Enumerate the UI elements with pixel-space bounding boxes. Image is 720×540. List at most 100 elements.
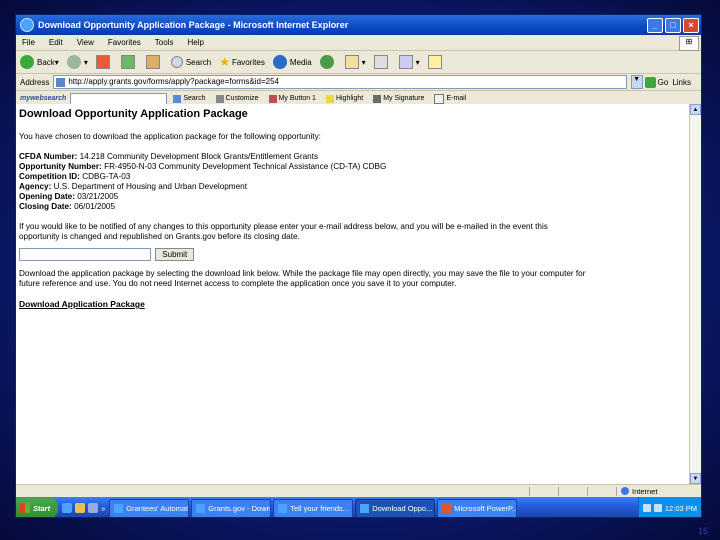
- print-button[interactable]: [373, 55, 391, 69]
- maximize-button[interactable]: □: [665, 17, 681, 33]
- forward-button[interactable]: ▾: [66, 55, 88, 69]
- close-button[interactable]: ×: [683, 17, 699, 33]
- task-powerpoint[interactable]: Microsoft PowerP...: [437, 498, 518, 517]
- menu-edit[interactable]: Edit: [49, 38, 63, 47]
- start-button[interactable]: Start: [16, 498, 59, 517]
- go-arrow-icon: [644, 76, 656, 88]
- edit-button[interactable]: ▾: [398, 55, 420, 69]
- download-package-link[interactable]: Download Application Package: [19, 299, 145, 309]
- task-tell-friends[interactable]: Tell your friends...: [273, 498, 354, 517]
- ie-icon: [20, 18, 34, 32]
- task-grantees[interactable]: Grantees' Automatic...: [109, 498, 190, 517]
- home-button[interactable]: [145, 55, 163, 69]
- slide-number: 16: [697, 526, 708, 536]
- minimize-button[interactable]: _: [647, 17, 663, 33]
- title-bar: Download Opportunity Application Package…: [16, 15, 701, 35]
- links-button[interactable]: Links: [672, 78, 691, 87]
- edit-icon: [398, 55, 413, 69]
- quicklaunch-folder-icon[interactable]: [75, 503, 86, 513]
- search-icon: [170, 56, 183, 68]
- back-arrow-icon: [20, 55, 34, 69]
- email-form: Submit: [19, 248, 688, 261]
- taskbar: Start » Grantees' Automatic... Grants.go…: [16, 497, 701, 517]
- ie-icon: [278, 503, 288, 513]
- task-download-opportunity[interactable]: Download Oppo...: [355, 498, 436, 517]
- discuss-button[interactable]: [427, 55, 445, 69]
- ie-icon: [196, 503, 206, 513]
- opening-date-row: Opening Date: 03/21/2005: [19, 192, 119, 201]
- ie-icon: [360, 503, 370, 513]
- mywebsearch-input[interactable]: [70, 92, 168, 105]
- status-bar: Internet: [16, 484, 701, 497]
- page-title: Download Opportunity Application Package: [19, 108, 248, 120]
- button-icon: [268, 94, 277, 103]
- competition-row: Competition ID: CDBG-TA-03: [19, 172, 131, 181]
- cfda-row: CFDA Number: 14.218 Community Developmen…: [19, 152, 319, 161]
- address-label: Address: [20, 77, 50, 87]
- mail-button[interactable]: ▾: [344, 55, 366, 69]
- address-bar: Address http://apply.grants.gov/forms/ap…: [16, 74, 701, 91]
- submit-button[interactable]: Submit: [155, 248, 195, 261]
- toolbar-email-button[interactable]: E-mail: [434, 93, 466, 104]
- toolbar-signature-button[interactable]: My Signature: [373, 94, 424, 103]
- network-icon[interactable]: [642, 504, 651, 512]
- download-text-2: future reference and use. You do not nee…: [19, 279, 457, 288]
- mywebsearch-logo: mywebsearch: [20, 95, 67, 102]
- discuss-icon: [427, 55, 442, 69]
- go-button[interactable]: Go: [644, 76, 668, 88]
- star-icon: ★: [219, 55, 230, 69]
- toolbar-customize-button[interactable]: Customize: [215, 94, 259, 103]
- history-button[interactable]: [319, 55, 337, 69]
- toolbar-highlight-button[interactable]: Highlight: [325, 94, 363, 103]
- address-dropdown[interactable]: ▼: [630, 75, 643, 89]
- search-icon: [173, 94, 182, 103]
- quicklaunch-desktop-icon[interactable]: [88, 503, 99, 513]
- menu-favorites[interactable]: Favorites: [108, 38, 141, 47]
- vertical-scrollbar[interactable]: ▲ ▼: [689, 104, 701, 484]
- highlight-icon: [325, 94, 334, 103]
- standard-toolbar: Back ▾ ▾ Search ★ Favorites Media ▾ ▾: [16, 51, 701, 74]
- favorites-button[interactable]: ★ Favorites: [219, 55, 265, 69]
- envelope-icon: [434, 93, 445, 104]
- email-field[interactable]: [19, 248, 151, 261]
- menu-tools[interactable]: Tools: [155, 38, 174, 47]
- windows-logo-icon: ⊞: [679, 36, 699, 51]
- history-icon: [319, 55, 334, 69]
- globe-icon: [621, 487, 629, 495]
- refresh-button[interactable]: [120, 55, 138, 69]
- task-grants-download[interactable]: Grants.gov - Down...: [191, 498, 272, 517]
- menu-file[interactable]: File: [22, 38, 35, 47]
- opportunity-row: Opportunity Number: FR-4950-N-03 Communi…: [19, 162, 387, 171]
- volume-icon[interactable]: [653, 504, 662, 512]
- menu-bar: File Edit View Favorites Tools Help ⊞: [16, 35, 701, 51]
- stop-button[interactable]: [95, 55, 113, 69]
- page-icon: [56, 77, 66, 87]
- slide-background: { "window": { "title": "Download Opportu…: [0, 0, 720, 540]
- quicklaunch-more-icon[interactable]: »: [101, 504, 105, 513]
- home-icon: [145, 55, 160, 69]
- menu-help[interactable]: Help: [187, 38, 203, 47]
- intro-text: You have chosen to download the applicat…: [19, 132, 321, 141]
- address-input[interactable]: http://apply.grants.gov/forms/apply?pack…: [53, 75, 627, 89]
- menu-view[interactable]: View: [77, 38, 94, 47]
- toolbar-mybutton-button[interactable]: My Button 1: [268, 94, 316, 103]
- ie-icon: [114, 503, 124, 513]
- agency-row: Agency: U.S. Department of Housing and U…: [19, 182, 248, 191]
- quicklaunch-ie-icon[interactable]: [62, 503, 73, 513]
- media-button[interactable]: Media: [272, 55, 312, 69]
- forward-arrow-icon: [66, 55, 81, 69]
- scroll-up-arrow-icon[interactable]: ▲: [690, 104, 701, 115]
- windows-flag-icon: [20, 503, 30, 513]
- download-text-1: Download the application package by sele…: [19, 269, 586, 278]
- back-button[interactable]: Back ▾: [20, 55, 59, 69]
- signature-icon: [373, 94, 382, 103]
- search-button[interactable]: Search: [170, 56, 211, 68]
- closing-date-row: Closing Date: 06/01/2005: [19, 202, 116, 211]
- security-zone: Internet: [616, 486, 701, 496]
- notify-text-2: opportunity is changed and republished o…: [19, 232, 300, 241]
- window-title: Download Opportunity Application Package…: [38, 20, 349, 30]
- scroll-down-arrow-icon[interactable]: ▼: [690, 473, 701, 484]
- toolbar-search-button[interactable]: Search: [173, 94, 206, 103]
- browser-window: Download Opportunity Application Package…: [15, 14, 702, 518]
- mail-icon: [344, 55, 359, 69]
